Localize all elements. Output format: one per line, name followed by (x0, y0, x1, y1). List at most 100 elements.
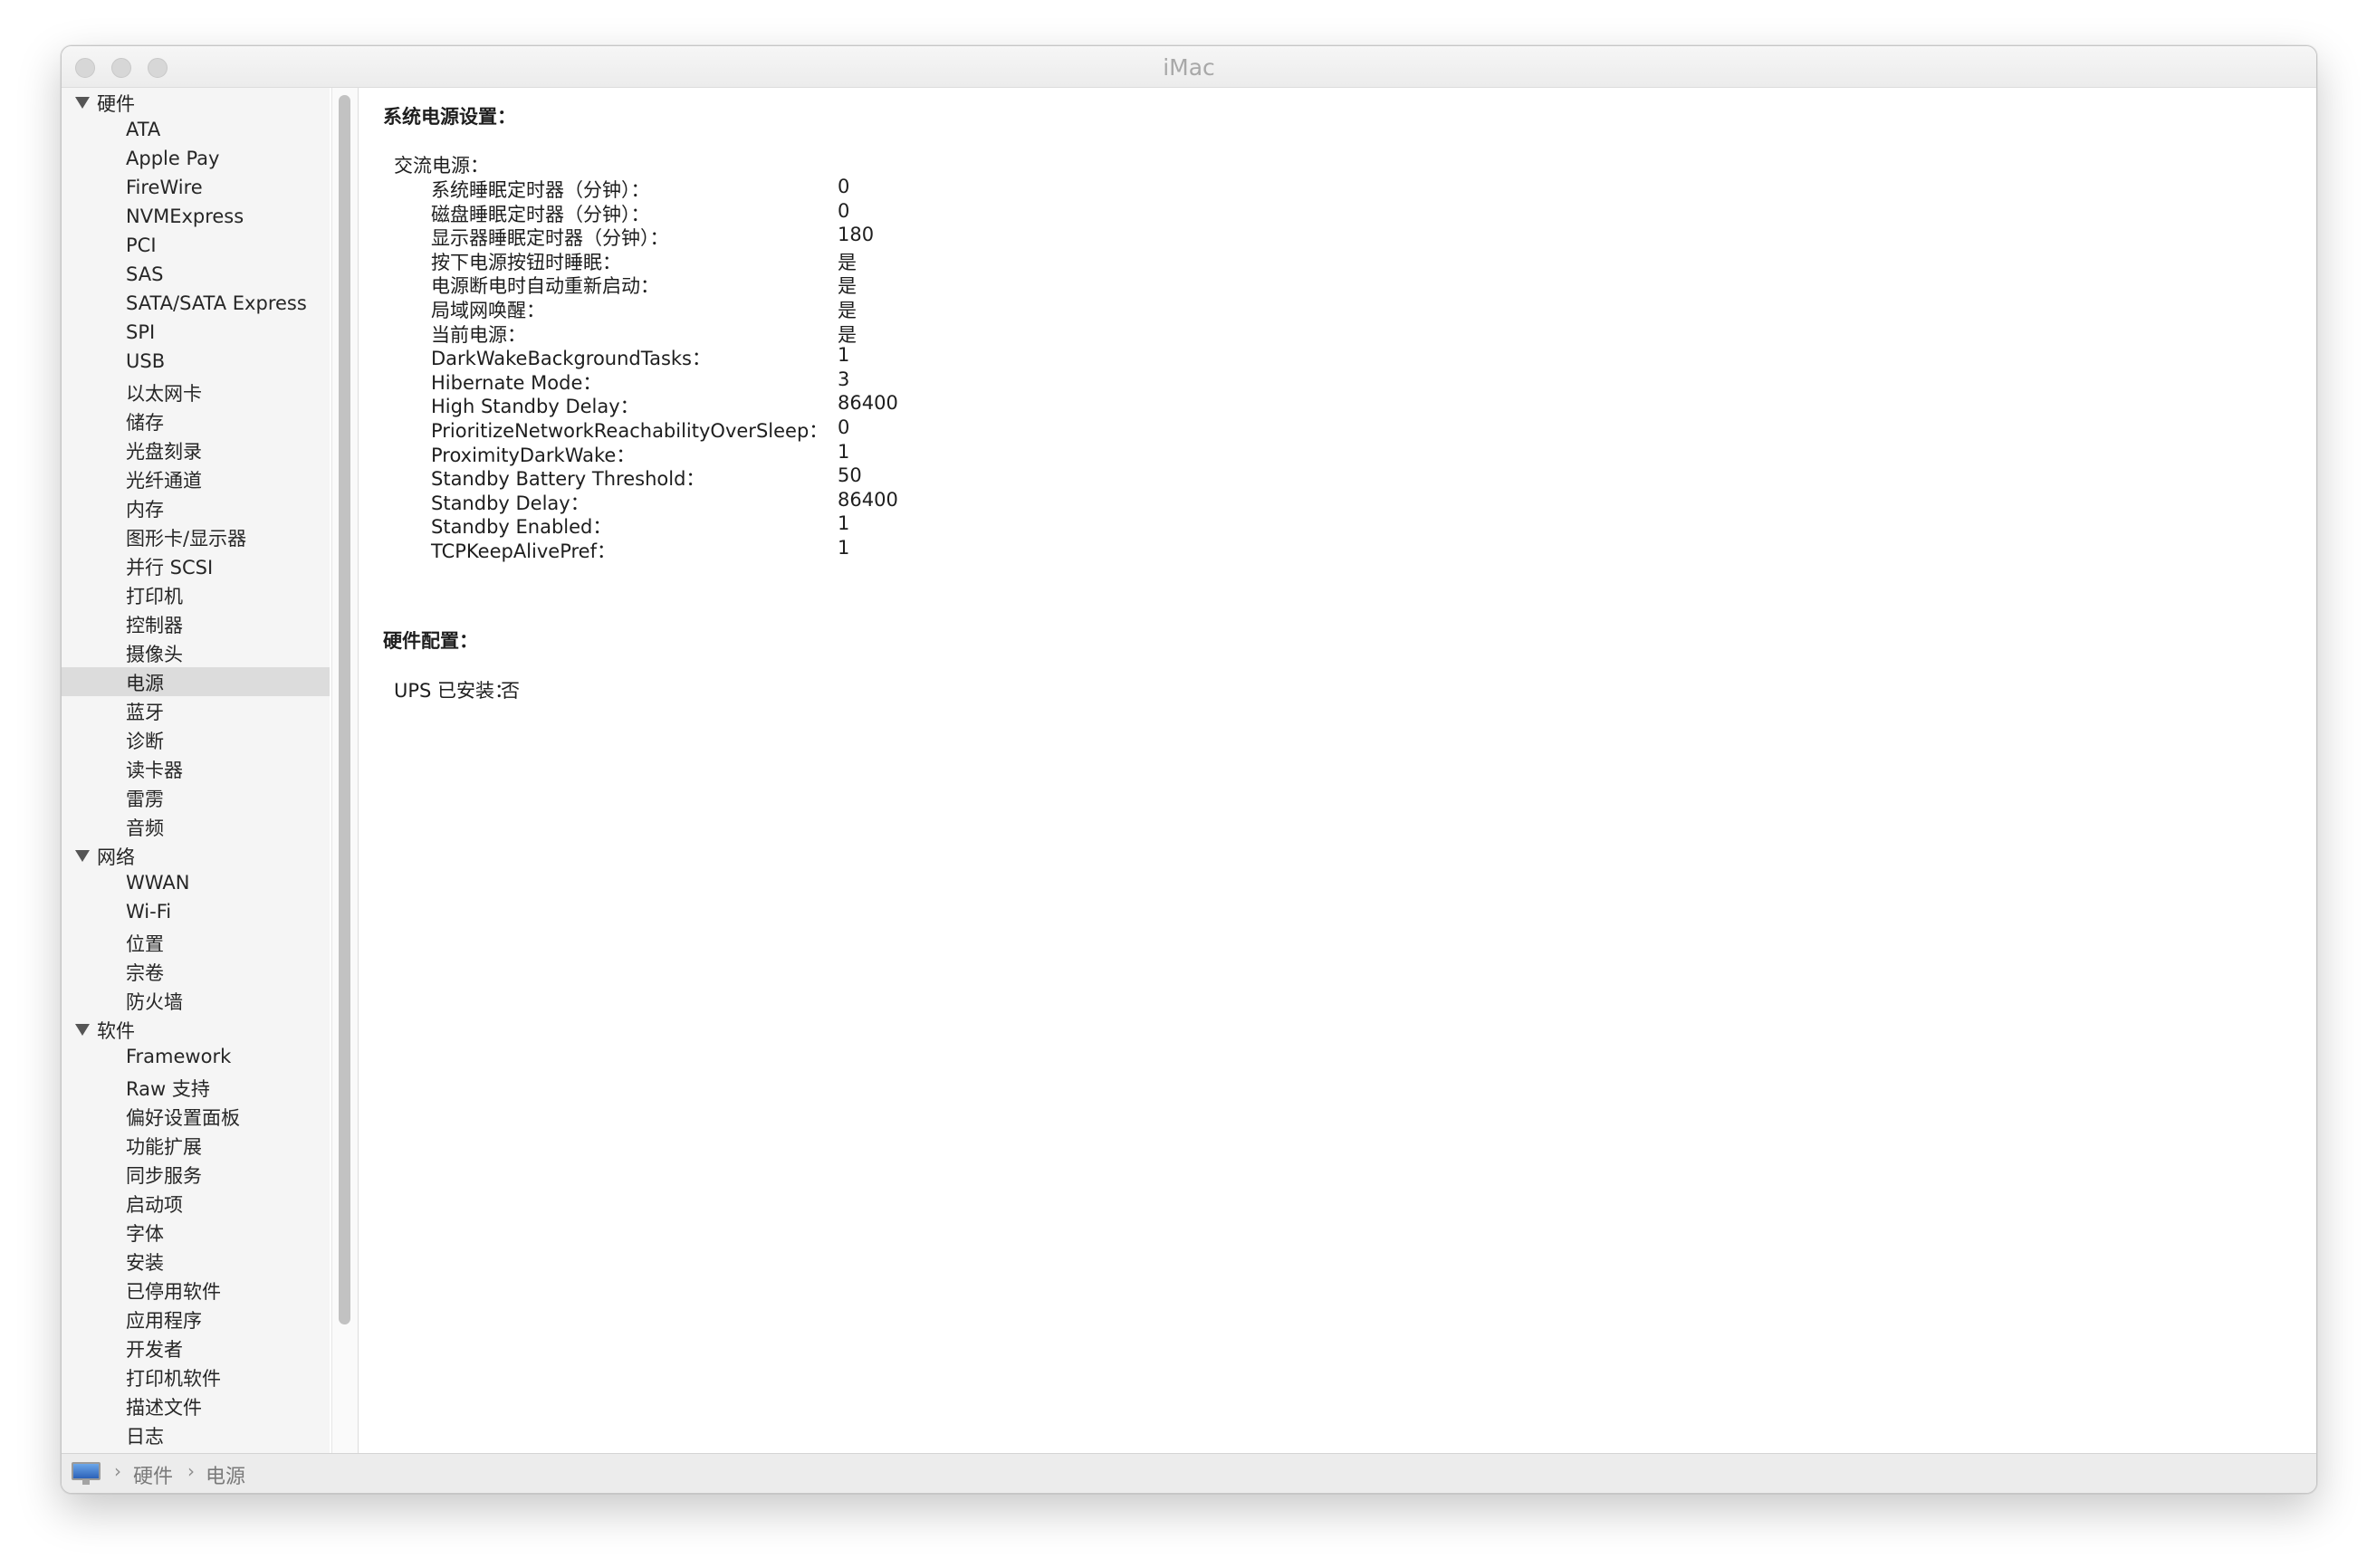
ups-installed-label: UPS 已安装： (394, 680, 514, 702)
disclosure-triangle-icon[interactable] (75, 97, 90, 109)
sidebar-item[interactable]: Apple Pay (62, 146, 330, 175)
sidebar-item-label: 启动项 (126, 1194, 183, 1216)
setting-value: 是 (838, 275, 857, 297)
sidebar-section-1[interactable]: 网络 (62, 841, 330, 870)
breadcrumb-hardware[interactable]: 硬件 (133, 1460, 173, 1489)
sidebar-item[interactable]: 偏好设置面板 (62, 1102, 330, 1131)
path-bar: › 硬件 › 电源 (62, 1453, 2316, 1493)
sidebar-item[interactable]: PCI (62, 233, 330, 262)
sidebar-item-label: SPI (126, 321, 156, 343)
title-bar: iMac (62, 46, 2316, 88)
sidebar-item[interactable]: 启动项 (62, 1189, 330, 1218)
setting-key: Standby Battery Threshold： (431, 468, 705, 490)
sidebar-item[interactable]: SPI (62, 320, 330, 349)
sidebar-item[interactable]: 读卡器 (62, 754, 330, 783)
sidebar-item[interactable]: SATA/SATA Express (62, 291, 330, 320)
sidebar-item-label: 光纤通道 (126, 470, 202, 492)
sidebar-item[interactable]: 内存 (62, 493, 330, 522)
setting-value: 50 (838, 464, 862, 486)
sidebar-item[interactable]: 描述文件 (62, 1391, 330, 1420)
setting-value: 1 (838, 512, 850, 534)
sidebar-item-label: 诊断 (126, 731, 164, 752)
sidebar-item[interactable]: 以太网卡 (62, 378, 330, 406)
sidebar-item[interactable]: SAS (62, 262, 330, 291)
sidebar-item[interactable]: 雷雳 (62, 783, 330, 812)
setting-key: High Standby Delay： (431, 396, 639, 417)
sidebar-item-label: 摄像头 (126, 644, 183, 665)
system-power-settings-heading: 系统电源设置： (383, 106, 516, 128)
disclosure-triangle-icon[interactable] (75, 850, 90, 862)
sidebar-item-label: 打印机软件 (126, 1368, 221, 1390)
sidebar-item-label: 描述文件 (126, 1397, 202, 1419)
sidebar-item-label: 同步服务 (126, 1165, 202, 1187)
sidebar-item[interactable]: 打印机软件 (62, 1362, 330, 1391)
sidebar-item[interactable]: 诊断 (62, 725, 330, 754)
sidebar-item-label: Wi-Fi (126, 901, 172, 923)
hardware-config-heading: 硬件配置： (383, 630, 478, 652)
sidebar-item[interactable]: 蓝牙 (62, 696, 330, 725)
sidebar-item[interactable]: 已停用软件 (62, 1276, 330, 1305)
setting-value: 1 (838, 537, 850, 559)
sidebar-item[interactable]: ATA (62, 117, 330, 146)
sidebar-section-2[interactable]: 软件 (62, 1015, 330, 1044)
sidebar-item[interactable]: 图形卡/显示器 (62, 522, 330, 551)
sidebar-item[interactable]: 储存 (62, 406, 330, 435)
sidebar-item[interactable]: 同步服务 (62, 1160, 330, 1189)
sidebar-item[interactable]: 打印机 (62, 580, 330, 609)
sidebar-item[interactable]: 光盘刻录 (62, 435, 330, 464)
sidebar-item[interactable]: Framework (62, 1044, 330, 1073)
sidebar-item-label: 打印机 (126, 586, 183, 607)
sidebar-item-label: 防火墙 (126, 991, 183, 1013)
sidebar-item-label: 已停用软件 (126, 1281, 221, 1303)
sidebar-item-label: SAS (126, 263, 164, 285)
sidebar-item[interactable]: 安装 (62, 1247, 330, 1276)
setting-value: 0 (838, 416, 850, 438)
sidebar-item[interactable]: 位置 (62, 928, 330, 957)
sidebar-item[interactable]: 并行 SCSI (62, 551, 330, 580)
sidebar-item[interactable]: NVMExpress (62, 204, 330, 233)
system-information-window: iMac 硬件 ATA Apple Pay FireWire NVMExpress PCI… (61, 45, 2317, 1494)
breadcrumb-power[interactable]: 电源 (206, 1460, 245, 1489)
sidebar-item[interactable]: 应用程序 (62, 1305, 330, 1334)
chevron-right-icon: › (114, 1460, 121, 1482)
sidebar-item-label: Raw 支持 (126, 1078, 210, 1100)
sidebar-item-label: 控制器 (126, 615, 183, 636)
setting-value: 86400 (838, 489, 898, 511)
sidebar-item[interactable]: Raw 支持 (62, 1073, 330, 1102)
setting-key: 系统睡眠定时器（分钟）： (431, 179, 650, 201)
sidebar-item[interactable]: 控制器 (62, 609, 330, 638)
sidebar-item[interactable]: Wi-Fi (62, 899, 330, 928)
imac-icon[interactable] (72, 1462, 101, 1485)
setting-key: 局域网唤醒： (431, 300, 545, 321)
sidebar-item-label: NVMExpress (126, 206, 244, 227)
sidebar-item[interactable]: 功能扩展 (62, 1131, 330, 1160)
sidebar-item[interactable]: 音频 (62, 812, 330, 841)
sidebar-item[interactable]: 光纤通道 (62, 464, 330, 493)
chevron-right-icon: › (187, 1460, 195, 1482)
setting-key: 显示器睡眠定时器（分钟）： (431, 227, 669, 249)
sidebar-item-label: SATA/SATA Express (126, 292, 307, 314)
sidebar-section-0[interactable]: 硬件 (62, 88, 330, 117)
sidebar-item[interactable]: USB (62, 349, 330, 378)
sidebar-item-label: 图形卡/显示器 (126, 528, 247, 550)
sidebar-item-label: USB (126, 350, 166, 372)
sidebar-item[interactable]: FireWire (62, 175, 330, 204)
setting-value: 0 (838, 176, 850, 197)
sidebar-item[interactable]: 日志 (62, 1420, 330, 1449)
sidebar-item-label: 日志 (126, 1426, 164, 1448)
sidebar-item[interactable]: 摄像头 (62, 638, 330, 667)
sidebar-item[interactable]: 开发者 (62, 1334, 330, 1362)
ups-installed-value: 否 (501, 680, 520, 702)
sidebar-item-label: PCI (126, 234, 157, 256)
sidebar-item-label: 内存 (126, 499, 164, 521)
sidebar-item[interactable]: WWAN (62, 870, 330, 899)
sidebar-item[interactable]: 防火墙 (62, 986, 330, 1015)
setting-value: 3 (838, 368, 850, 390)
disclosure-triangle-icon[interactable] (75, 1024, 90, 1036)
sidebar-item[interactable]: 电源 (62, 667, 330, 696)
setting-key: Standby Enabled： (431, 516, 612, 538)
sidebar-scrollbar-thumb[interactable] (339, 95, 350, 1324)
sidebar-item-label: 位置 (126, 933, 164, 955)
sidebar-item[interactable]: 字体 (62, 1218, 330, 1247)
sidebar-item[interactable]: 宗卷 (62, 957, 330, 986)
